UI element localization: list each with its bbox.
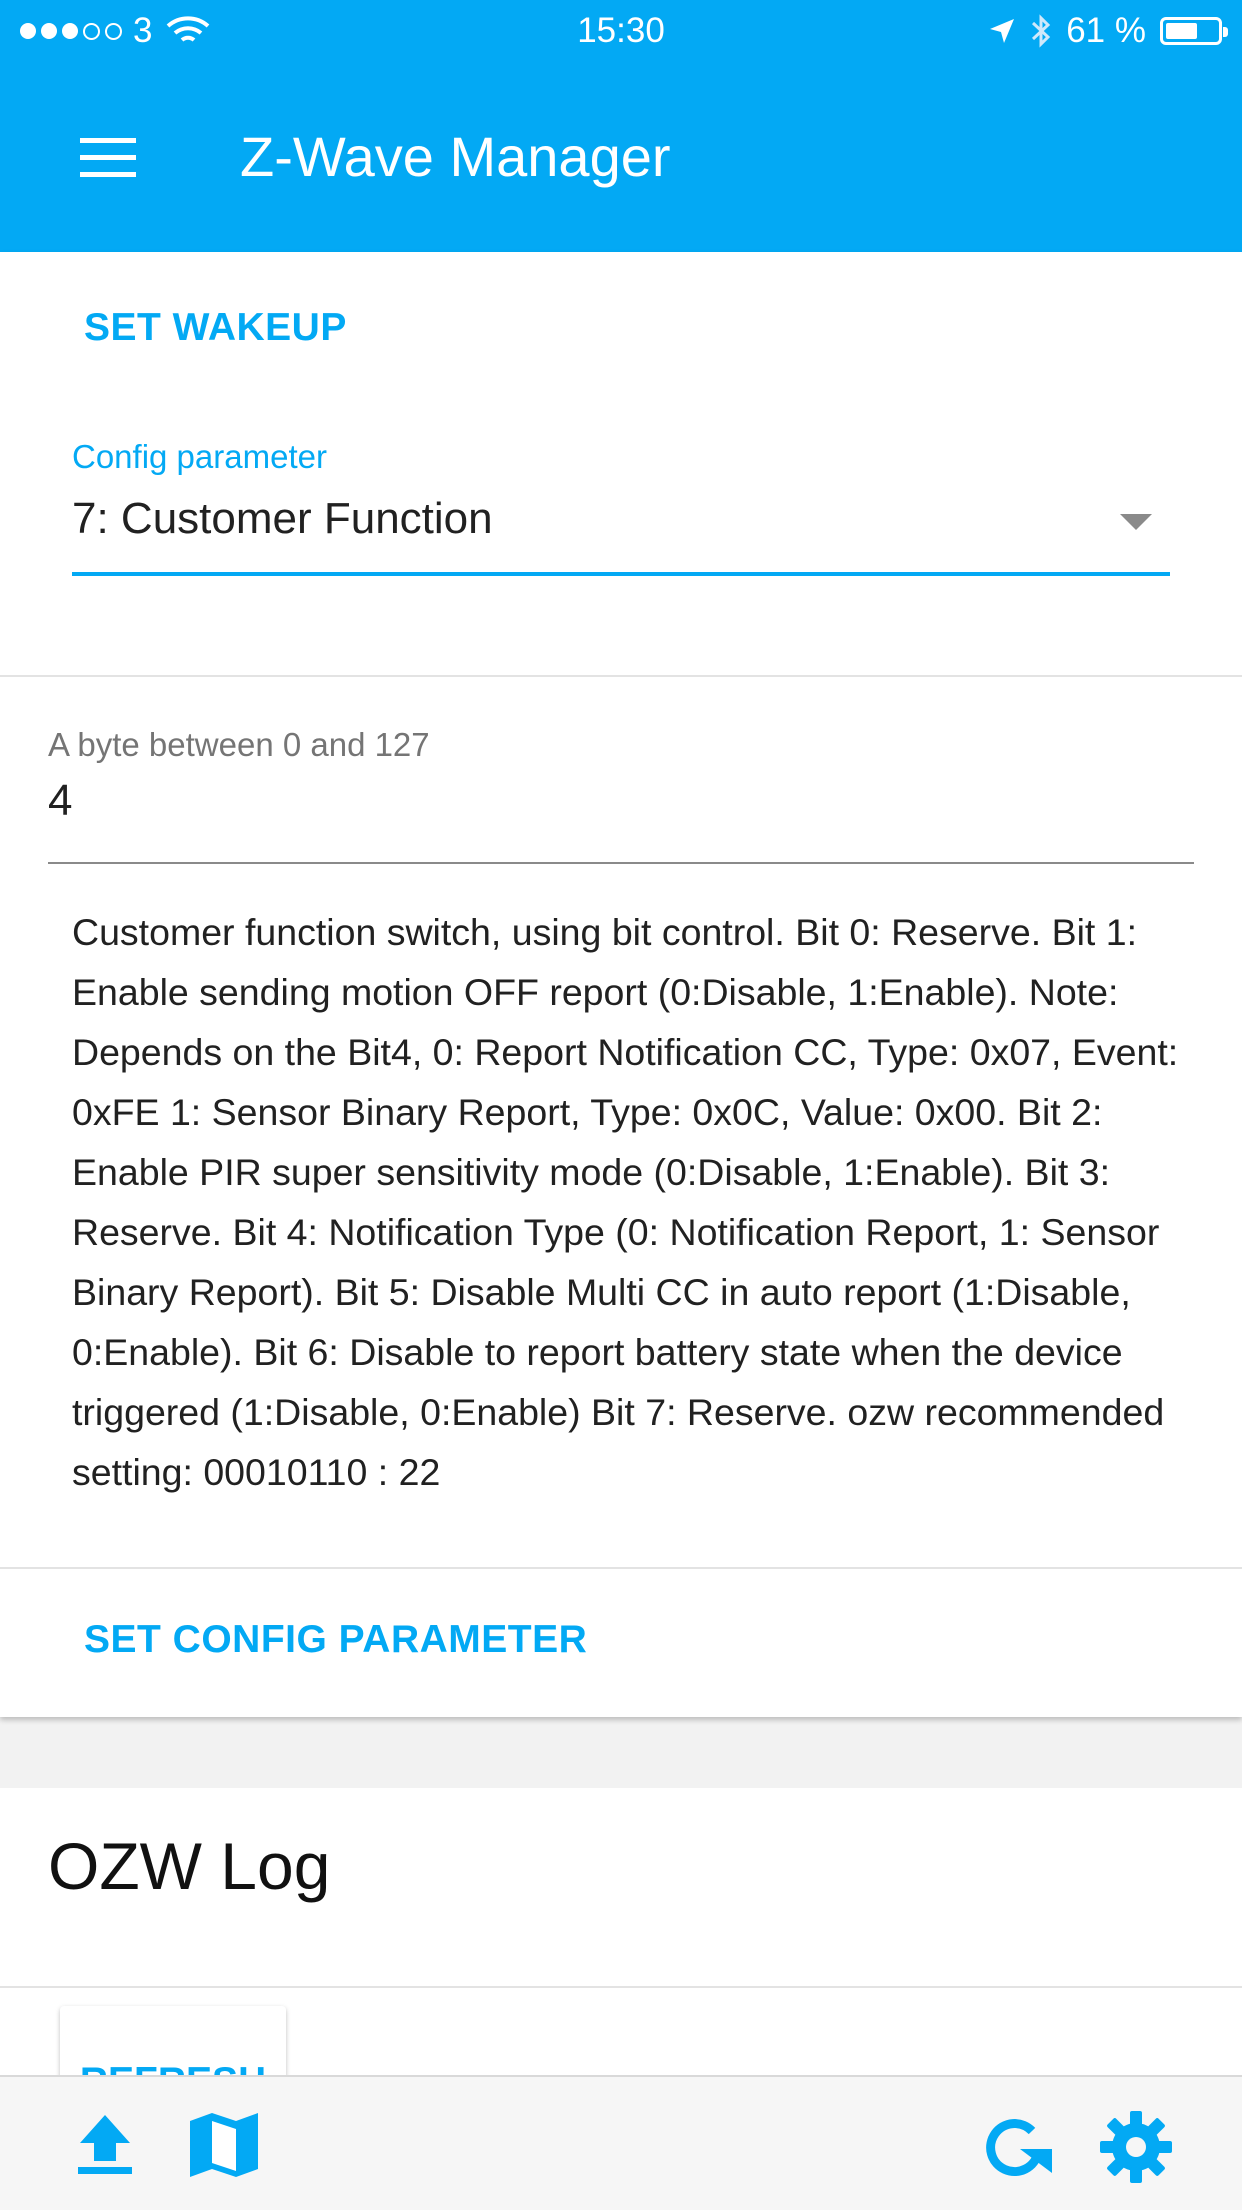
divider — [0, 675, 1242, 677]
battery-fill — [1166, 23, 1197, 39]
ozw-log-title: OZW Log — [48, 1829, 331, 1903]
divider — [0, 1567, 1242, 1569]
dropdown-arrow-icon — [1120, 514, 1152, 530]
status-bar: 3 15:30 61 % — [0, 0, 1242, 62]
battery-percent: 61 % — [1066, 11, 1146, 50]
set-config-parameter-button[interactable]: SET CONFIG PARAMETER — [84, 1618, 587, 1662]
bluetooth-icon — [1032, 14, 1051, 48]
location-arrow-icon — [990, 19, 1015, 43]
input-underline — [48, 862, 1194, 864]
settings-gear-icon[interactable] — [1098, 2109, 1174, 2185]
select-underline — [72, 572, 1170, 576]
config-parameter-select[interactable]: Config parameter 7: Customer Function — [72, 438, 1170, 576]
app-bar: Z-Wave Manager — [0, 62, 1242, 252]
byte-value-input[interactable]: A byte between 0 and 127 4 — [48, 726, 1194, 864]
set-wakeup-button[interactable]: SET WAKEUP — [84, 306, 347, 350]
input-value[interactable]: 4 — [48, 776, 72, 826]
input-label: A byte between 0 and 127 — [48, 726, 430, 763]
map-icon[interactable] — [188, 2111, 260, 2179]
status-right: 61 % — [988, 11, 1228, 51]
divider — [0, 1986, 1242, 1988]
battery-icon — [1160, 17, 1228, 45]
select-label: Config parameter — [72, 438, 327, 475]
select-value: 7: Customer Function — [72, 494, 493, 543]
upload-icon[interactable] — [74, 2111, 136, 2177]
app-title: Z-Wave Manager — [240, 125, 671, 188]
config-card: SET WAKEUP Config parameter 7: Customer … — [0, 252, 1242, 1717]
hamburger-menu-icon[interactable] — [80, 138, 136, 177]
bottom-toolbar — [0, 2075, 1242, 2210]
battery-nub — [1223, 27, 1228, 37]
refresh-icon[interactable] — [980, 2111, 1056, 2181]
parameter-description: Customer function switch, using bit cont… — [72, 911, 1179, 1493]
